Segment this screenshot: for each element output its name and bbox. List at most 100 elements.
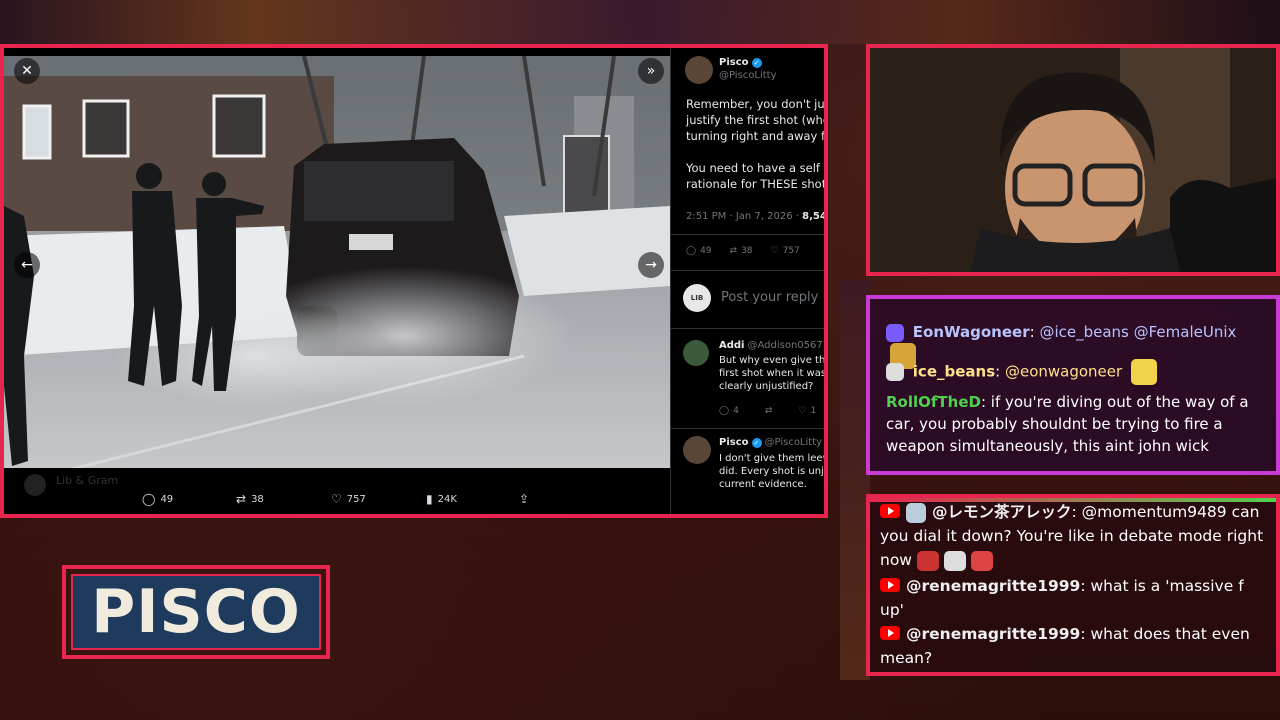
yes-no-emote-icon	[916, 550, 939, 571]
author-avatar[interactable]	[685, 56, 713, 84]
share-button[interactable]: ⇪	[519, 492, 529, 506]
arrow-right-icon[interactable]: →	[638, 252, 664, 278]
like-icon: ♡	[798, 406, 807, 416]
chat-text: @ice_beans @FemaleUnix	[1039, 323, 1237, 341]
tweet-media-viewer: ✕ » ← → Lib & Gram ◯ 49 ⇄ 38 ♡ 757 ▮ 24K…	[0, 44, 828, 518]
reply-text: But why even give ther first shot when i…	[719, 354, 828, 393]
views-button[interactable]: ▮ 24K	[426, 492, 457, 506]
repost-icon: ⇄	[764, 406, 773, 416]
reply-icon: ◯	[686, 246, 697, 256]
chat-separator: :	[995, 362, 1005, 381]
reply-author-avatar[interactable]	[683, 436, 711, 464]
tweet-text-line: You need to have a self de	[686, 161, 828, 175]
tweet-reply-count: 49	[700, 246, 712, 256]
tweet-time: 2:51 PM · Jan 7, 2026 ·	[686, 211, 803, 222]
reply-text-line: current evidence.	[719, 479, 807, 490]
reply-text-line: clearly unjustified?	[719, 381, 814, 392]
repost-icon: ⇄	[729, 246, 738, 256]
reply-author-avatar[interactable]	[683, 340, 709, 366]
youtube-chat-panel: @レモン茶アレック: @momentum9489 can you dial it…	[866, 494, 1280, 676]
verified-icon: ✓	[751, 437, 762, 448]
reply-repost-button[interactable]: ⇄	[765, 406, 773, 416]
tweet-text-line: rationale for THESE shots	[686, 177, 828, 191]
chat-separator: :	[980, 393, 991, 411]
streamer-webcam-image	[870, 48, 1276, 272]
badge-icon	[886, 363, 904, 381]
author-handle[interactable]: @PiscoLitty	[719, 70, 777, 81]
verified-icon: ✓	[751, 57, 762, 68]
chat-message: @renemagritte1999: what does that even m…	[880, 622, 1268, 670]
chat-username[interactable]: ice_beans	[913, 363, 995, 381]
expand-icon[interactable]: »	[638, 58, 664, 84]
divider	[671, 328, 824, 329]
arrow-left-icon[interactable]: ←	[14, 252, 40, 278]
reply-author-handle[interactable]: @Addison05677	[747, 340, 824, 351]
author-name[interactable]: Pisco	[719, 57, 749, 68]
replies-button[interactable]: ◯ 49	[142, 492, 173, 506]
badge-icon	[886, 323, 904, 342]
chat-message: @renemagritte1999: what is a 'massive f …	[880, 574, 1268, 622]
divider	[671, 428, 824, 429]
duck-emote-icon	[1130, 359, 1157, 385]
youtube-icon	[880, 503, 900, 518]
reply-input[interactable]: Post your reply	[721, 290, 818, 305]
tweet-timestamp: 2:51 PM · Jan 7, 2026 · 8,545	[686, 211, 827, 222]
reply-like-button[interactable]: ♡ 1	[798, 406, 816, 416]
tweet-repost-button[interactable]: ⇄ 38	[730, 246, 753, 256]
tweet-text-line	[686, 144, 824, 160]
reply-author-handle[interactable]: @PiscoLitty	[765, 437, 823, 448]
author-name-row: Pisco ✓	[719, 57, 762, 68]
likes-count: 757	[346, 493, 366, 505]
youtube-icon	[880, 577, 900, 592]
faded-author: Lib & Gram	[56, 474, 119, 487]
reply-like-count: 1	[810, 406, 817, 416]
chat-username[interactable]: RollOfTheD	[886, 393, 981, 411]
divider	[671, 234, 824, 235]
chat-text: @eonwagoneer	[1004, 362, 1123, 381]
reply-author-row: Addi @Addison05677	[719, 340, 824, 351]
tweet-like-button[interactable]: ♡ 757	[771, 246, 800, 256]
tweet-text-line: justify the first shot (wher	[686, 113, 828, 127]
tweet-action-row: ◯ 49 ⇄ 38 ♡ 757	[686, 246, 800, 256]
youtube-icon	[880, 625, 900, 640]
reply-reply-button[interactable]: ◯ 4	[719, 406, 739, 416]
reposts-button[interactable]: ⇄ 38	[236, 492, 264, 506]
chat-username[interactable]: EonWagoneer	[913, 323, 1030, 341]
webcam-feed	[866, 44, 1280, 276]
tweet-detail-column: Pisco ✓ @PiscoLitty Remember, you don't …	[670, 48, 828, 514]
reply-avatar: LIB	[683, 284, 711, 312]
reply-text-line: did. Every shot is unjus	[719, 466, 828, 477]
chat-username[interactable]: @renemagritte1999	[906, 625, 1080, 643]
tweet-text: Remember, you don't just justify the fir…	[686, 96, 828, 192]
reply-author-name[interactable]: Addi	[719, 340, 744, 351]
tweet-repost-count: 38	[741, 246, 753, 256]
views-count: 24K	[437, 493, 457, 505]
chat-username[interactable]: @レモン茶アレック	[932, 503, 1072, 521]
street-scene-photo	[4, 56, 670, 476]
reply-icon: ◯	[142, 492, 156, 506]
reply-author-name[interactable]: Pisco	[719, 437, 749, 448]
reply-avatar-text: LIB	[690, 294, 704, 302]
replies-count: 49	[160, 493, 174, 505]
like-icon: ♡	[770, 246, 779, 256]
tweet-reply-button[interactable]: ◯ 49	[686, 246, 712, 256]
chat-separator: :	[1071, 503, 1082, 521]
name-plate-text: PISCO	[91, 577, 301, 647]
likes-button[interactable]: ♡ 757	[331, 492, 366, 506]
chat-username[interactable]: @renemagritte1999	[906, 577, 1080, 595]
reply-text-line: But why even give ther	[719, 355, 828, 366]
name-plate-inner: PISCO	[71, 574, 321, 650]
like-icon: ♡	[331, 492, 342, 506]
share-icon: ⇪	[519, 492, 530, 506]
twitch-chat-panel: EonWagoneer: @ice_beans @FemaleUnix ice_…	[866, 295, 1280, 475]
tweet-text-line: Remember, you don't just	[686, 97, 828, 111]
close-icon[interactable]: ✕	[14, 58, 40, 84]
tweet-views: 8,545	[802, 211, 827, 222]
chat-separator: :	[1029, 323, 1040, 341]
faded-avatar	[24, 474, 46, 496]
frog-emote-icon	[970, 550, 993, 571]
reply-icon: ◯	[719, 406, 730, 416]
views-icon: ▮	[426, 492, 433, 506]
media-action-bar: Lib & Gram ◯ 49 ⇄ 38 ♡ 757 ▮ 24K ⇪	[4, 468, 670, 514]
reposts-count: 38	[251, 493, 264, 505]
